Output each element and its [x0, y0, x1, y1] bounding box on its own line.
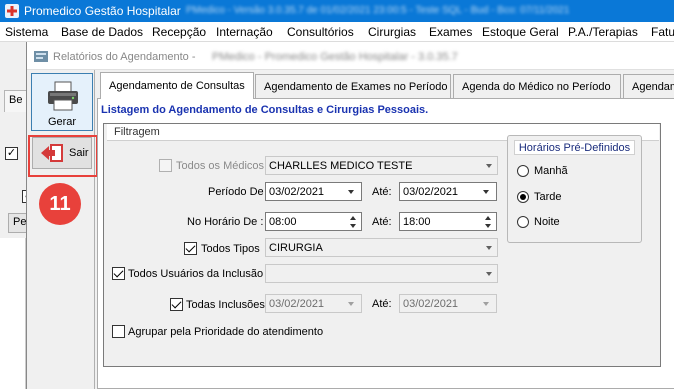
horario-de-value: 08:00: [269, 216, 297, 228]
periodo-ate-label: Até:: [372, 186, 392, 198]
app-logo-icon: [5, 4, 19, 18]
chevron-down-icon[interactable]: [348, 190, 354, 194]
report-window: Relatórios do Agendamento - PMedico - Pr…: [26, 42, 674, 389]
menu-estoque-geral[interactable]: Estoque Geral: [482, 25, 559, 39]
medico-select-value: CHARLLES MEDICO TESTE: [269, 160, 413, 172]
todos-usuarios-checkbox[interactable]: [112, 267, 125, 280]
report-toolbar: Gerar Sair 11: [27, 70, 98, 389]
agrupar-label: Agrupar pela Prioridade do atendimento: [128, 326, 324, 338]
periodo-ate-value: 03/02/2021: [403, 186, 459, 198]
menu-faturamento[interactable]: Fatu: [651, 25, 674, 39]
medico-select[interactable]: CHARLLES MEDICO TESTE: [265, 156, 498, 175]
filtragem-group: Filtragem Todos os Médicos CHARLLES MEDI…: [103, 123, 661, 367]
spinner-icon[interactable]: [349, 215, 357, 229]
chevron-down-icon: [486, 164, 492, 168]
menu-consultorios[interactable]: Consultórios: [287, 25, 354, 39]
app-title: Promedico Gestão Hospitalar: [24, 4, 181, 18]
menu-bar: Sistema Base de Dados Recepção Internaçã…: [0, 22, 674, 42]
radio-manha[interactable]: [517, 165, 529, 177]
background-checkbox[interactable]: ✓: [5, 147, 18, 160]
horario-ate-time[interactable]: 18:00: [399, 212, 497, 231]
menu-base-de-dados[interactable]: Base de Dados: [61, 25, 143, 39]
gerar-button[interactable]: Gerar: [31, 73, 93, 131]
app-title-obscured: PMedico - Versão 3.0.35.7 de 01/02/2021 …: [186, 5, 570, 16]
horarios-predefinidos-group: Horários Pré-Definidos Manhã Tarde Noite: [507, 135, 642, 243]
spinner-icon[interactable]: [484, 215, 492, 229]
radio-noite-label: Noite: [534, 216, 560, 228]
usuario-select[interactable]: [265, 264, 498, 283]
inclusao-de-value: 03/02/2021: [269, 298, 325, 310]
inclusao-ate-label: Até:: [372, 298, 392, 310]
menu-exames[interactable]: Exames: [429, 25, 472, 39]
tab-agendamento-exames[interactable]: Agendamento de Exames no Período: [255, 74, 451, 98]
horario-ate-value: 18:00: [403, 216, 431, 228]
background-list: [0, 238, 26, 389]
radio-manha-label: Manhã: [534, 165, 568, 177]
todas-inclusoes-checkbox[interactable]: [170, 298, 183, 311]
todas-inclusoes-label: Todas Inclusões: [186, 299, 265, 311]
gerar-label: Gerar: [47, 116, 77, 128]
chevron-down-icon[interactable]: [348, 302, 354, 306]
background-tab[interactable]: Be: [4, 90, 28, 112]
report-window-icon: [34, 51, 48, 62]
horario-de-time[interactable]: 08:00: [265, 212, 362, 231]
report-window-title: Relatórios do Agendamento -: [53, 51, 196, 63]
todos-usuarios-label: Todos Usuários da Inclusão: [128, 268, 264, 280]
printer-icon: [48, 81, 78, 111]
inclusao-ate-date[interactable]: 03/02/2021: [399, 294, 497, 313]
tab-agendamento-consultas[interactable]: Agendamento de Consultas: [100, 72, 254, 99]
horarios-predefinidos-title: Horários Pré-Definidos: [514, 140, 635, 155]
chevron-down-icon[interactable]: [483, 302, 489, 306]
periodo-ate-date[interactable]: 03/02/2021: [399, 182, 497, 201]
menu-internacao[interactable]: Internação: [216, 25, 273, 39]
tipo-select[interactable]: CIRURGIA: [265, 238, 498, 257]
todos-medicos-label: Todos os Médicos: [176, 160, 265, 172]
horario-ate-label: Até:: [372, 216, 392, 228]
sair-highlight-box: [28, 135, 98, 177]
tab-panel: Listagem do Agendamento de Consultas e C…: [97, 98, 674, 389]
menu-sistema[interactable]: Sistema: [5, 25, 48, 39]
tab-agenda-medico[interactable]: Agenda do Médico no Período: [453, 74, 621, 98]
report-window-title-obscured: PMedico - Promedico Gestão Hospitalar - …: [212, 51, 458, 63]
periodo-de-value: 03/02/2021: [269, 186, 325, 198]
tab-agendamento-more[interactable]: Agendam: [623, 74, 674, 98]
report-window-title-bar: Relatórios do Agendamento - PMedico - Pr…: [27, 42, 674, 70]
app-title-bar: Promedico Gestão Hospitalar PMedico - Ve…: [0, 0, 674, 22]
radio-tarde-label: Tarde: [534, 191, 562, 203]
chevron-down-icon: [486, 246, 492, 250]
chevron-down-icon[interactable]: [483, 190, 489, 194]
tipo-select-value: CIRURGIA: [269, 242, 323, 254]
step-badge: 11: [39, 183, 81, 225]
menu-pa-terapias[interactable]: P.A./Terapias: [568, 25, 638, 39]
periodo-label: Período De :: [208, 186, 270, 198]
todos-tipos-label: Todos Tipos: [201, 243, 260, 255]
todos-medicos-checkbox[interactable]: [159, 159, 172, 172]
panel-heading: Listagem do Agendamento de Consultas e C…: [101, 104, 429, 116]
radio-tarde[interactable]: [517, 191, 529, 203]
periodo-de-date[interactable]: 03/02/2021: [265, 182, 362, 201]
agrupar-checkbox[interactable]: [112, 325, 125, 338]
menu-cirurgias[interactable]: Cirurgias: [368, 25, 416, 39]
inclusao-de-date[interactable]: 03/02/2021: [265, 294, 362, 313]
menu-recepcao[interactable]: Recepção: [152, 25, 206, 39]
radio-noite[interactable]: [517, 216, 529, 228]
todos-tipos-checkbox[interactable]: [184, 242, 197, 255]
inclusao-ate-value: 03/02/2021: [403, 298, 459, 310]
horario-label: No Horário De :: [187, 216, 264, 228]
chevron-down-icon: [486, 272, 492, 276]
